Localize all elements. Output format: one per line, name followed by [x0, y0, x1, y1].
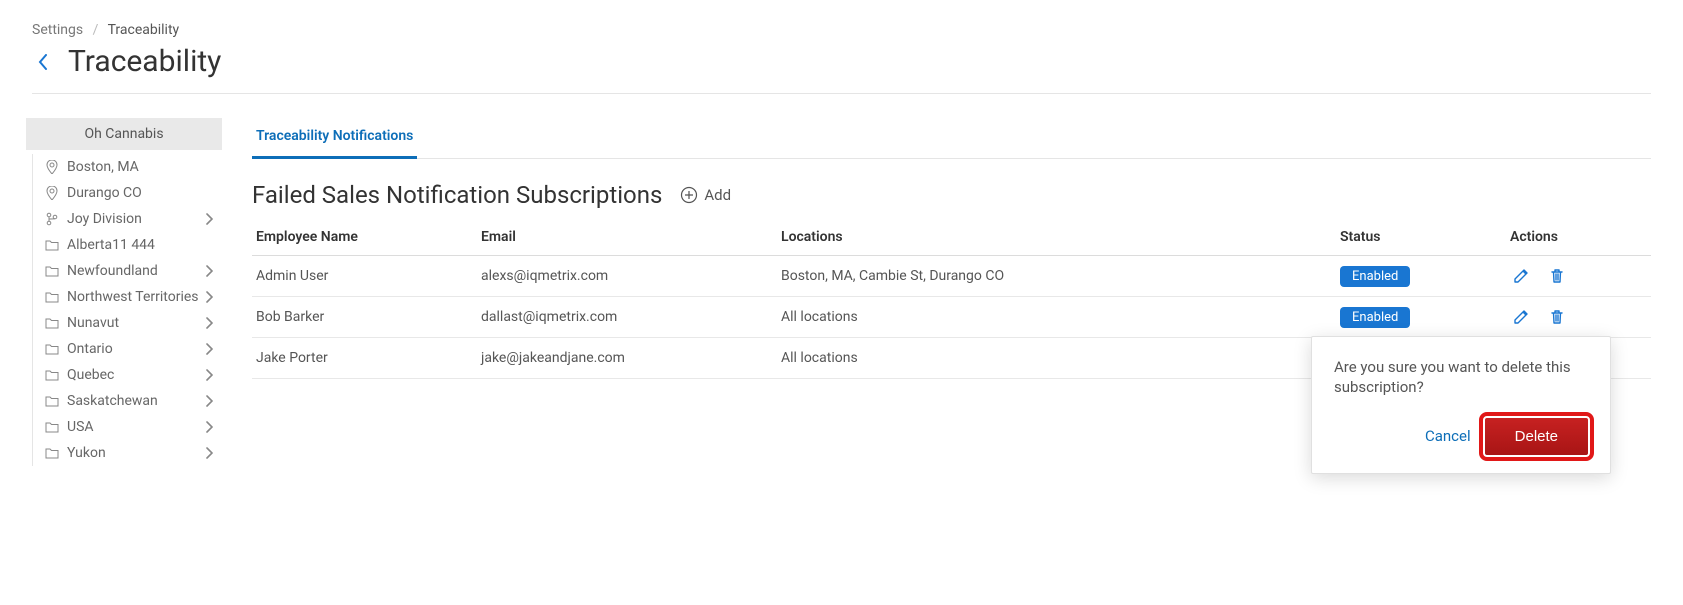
chevron-right-icon — [200, 291, 218, 303]
breadcrumb-root[interactable]: Settings — [32, 22, 83, 38]
back-button[interactable] — [32, 51, 54, 73]
cell-email: jake@jakeandjane.com — [477, 338, 777, 379]
chevron-right-icon — [200, 421, 218, 433]
sidebar-item-label: Saskatchewan — [67, 393, 200, 409]
chevron-right-icon — [200, 395, 218, 407]
chevron-left-icon — [38, 54, 48, 70]
divider — [32, 93, 1651, 94]
sidebar-item[interactable]: Joy Division — [33, 206, 222, 232]
sidebar-item[interactable]: Yukon — [33, 440, 222, 466]
section-title: Failed Sales Notification Subscriptions — [252, 181, 662, 209]
chevron-right-icon — [200, 447, 218, 459]
sidebar-item[interactable]: Nunavut — [33, 310, 222, 336]
col-header-name: Employee Name — [252, 219, 477, 256]
chevron-right-icon — [200, 265, 218, 277]
breadcrumb: Settings / Traceability — [32, 22, 1651, 38]
sidebar-item[interactable]: Northwest Territories — [33, 284, 222, 310]
cell-locations: Boston, MA, Cambie St, Durango CO — [777, 256, 1336, 297]
cell-employee-name: Bob Barker — [252, 297, 477, 338]
page-title: Traceability — [68, 44, 221, 79]
folder-icon — [43, 421, 61, 433]
sidebar-item-label: USA — [67, 419, 200, 435]
breadcrumb-separator: / — [93, 22, 99, 38]
folder-icon — [43, 395, 61, 407]
sidebar-item[interactable]: Boston, MA — [33, 154, 222, 180]
folder-icon — [43, 343, 61, 355]
folder-icon — [43, 291, 61, 303]
tab[interactable]: Traceability Notifications — [252, 118, 417, 159]
cell-locations: All locations — [777, 297, 1336, 338]
popover-message: Are you sure you want to delete this sub… — [1334, 357, 1588, 398]
sidebar-item-label: Nunavut — [67, 315, 200, 331]
col-header-actions: Actions — [1506, 219, 1651, 256]
cell-status: Enabled — [1336, 256, 1506, 297]
pencil-icon — [1512, 308, 1530, 326]
cell-locations: All locations — [777, 338, 1336, 379]
delete-button[interactable] — [1546, 265, 1568, 287]
col-header-status: Status — [1336, 219, 1506, 256]
cell-email: alexs@iqmetrix.com — [477, 256, 777, 297]
sidebar-item-label: Newfoundland — [67, 263, 200, 279]
tabs: Traceability Notifications — [252, 118, 1651, 159]
chevron-right-icon — [200, 317, 218, 329]
branch-icon — [43, 212, 61, 226]
add-label: Add — [704, 186, 731, 204]
sidebar-item[interactable]: Quebec — [33, 362, 222, 388]
sidebar-item-label: Alberta11 444 — [67, 237, 218, 253]
sidebar-item-label: Quebec — [67, 367, 200, 383]
cell-employee-name: Admin User — [252, 256, 477, 297]
sidebar-item-label: Ontario — [67, 341, 200, 357]
add-button[interactable]: Add — [680, 186, 731, 204]
chevron-right-icon — [200, 369, 218, 381]
edit-button[interactable] — [1510, 265, 1532, 287]
sidebar-item-label: Joy Division — [67, 211, 200, 227]
sidebar-item-label: Northwest Territories — [67, 289, 200, 305]
sidebar: Oh Cannabis Boston, MADurango COJoy Divi… — [32, 118, 222, 466]
sidebar-item[interactable]: Alberta11 444 — [33, 232, 222, 258]
folder-icon — [43, 239, 61, 251]
pencil-icon — [1512, 267, 1530, 285]
cell-actions — [1506, 256, 1651, 297]
sidebar-item[interactable]: Saskatchewan — [33, 388, 222, 414]
table-row: Admin Useralexs@iqmetrix.comBoston, MA, … — [252, 256, 1651, 297]
cell-actions — [1506, 297, 1651, 338]
col-header-locations: Locations — [777, 219, 1336, 256]
delete-confirm-popover: Are you sure you want to delete this sub… — [1311, 336, 1611, 474]
table-row: Bob Barkerdallast@iqmetrix.comAll locati… — [252, 297, 1651, 338]
cell-email: dallast@iqmetrix.com — [477, 297, 777, 338]
plus-circle-icon — [680, 186, 698, 204]
col-header-email: Email — [477, 219, 777, 256]
cancel-button[interactable]: Cancel — [1425, 427, 1471, 445]
pin-icon — [43, 186, 61, 200]
delete-confirm-button[interactable]: Delete — [1485, 418, 1588, 455]
main-content: Traceability Notifications Failed Sales … — [222, 118, 1651, 466]
chevron-right-icon — [200, 213, 218, 225]
sidebar-item[interactable]: Newfoundland — [33, 258, 222, 284]
cell-employee-name: Jake Porter — [252, 338, 477, 379]
pin-icon — [43, 160, 61, 174]
sidebar-item[interactable]: Durango CO — [33, 180, 222, 206]
chevron-right-icon — [200, 343, 218, 355]
sidebar-org-header[interactable]: Oh Cannabis — [26, 118, 222, 150]
folder-icon — [43, 369, 61, 381]
breadcrumb-current: Traceability — [108, 22, 180, 38]
cell-status: Enabled — [1336, 297, 1506, 338]
delete-button[interactable] — [1546, 306, 1568, 328]
status-badge: Enabled — [1340, 307, 1410, 328]
sidebar-item-label: Boston, MA — [67, 159, 218, 175]
sidebar-item-label: Yukon — [67, 445, 200, 461]
sidebar-item[interactable]: Ontario — [33, 336, 222, 362]
folder-icon — [43, 265, 61, 277]
sidebar-item[interactable]: USA — [33, 414, 222, 440]
sidebar-item-label: Durango CO — [67, 185, 218, 201]
status-badge: Enabled — [1340, 266, 1410, 287]
edit-button[interactable] — [1510, 306, 1532, 328]
folder-icon — [43, 317, 61, 329]
folder-icon — [43, 447, 61, 459]
